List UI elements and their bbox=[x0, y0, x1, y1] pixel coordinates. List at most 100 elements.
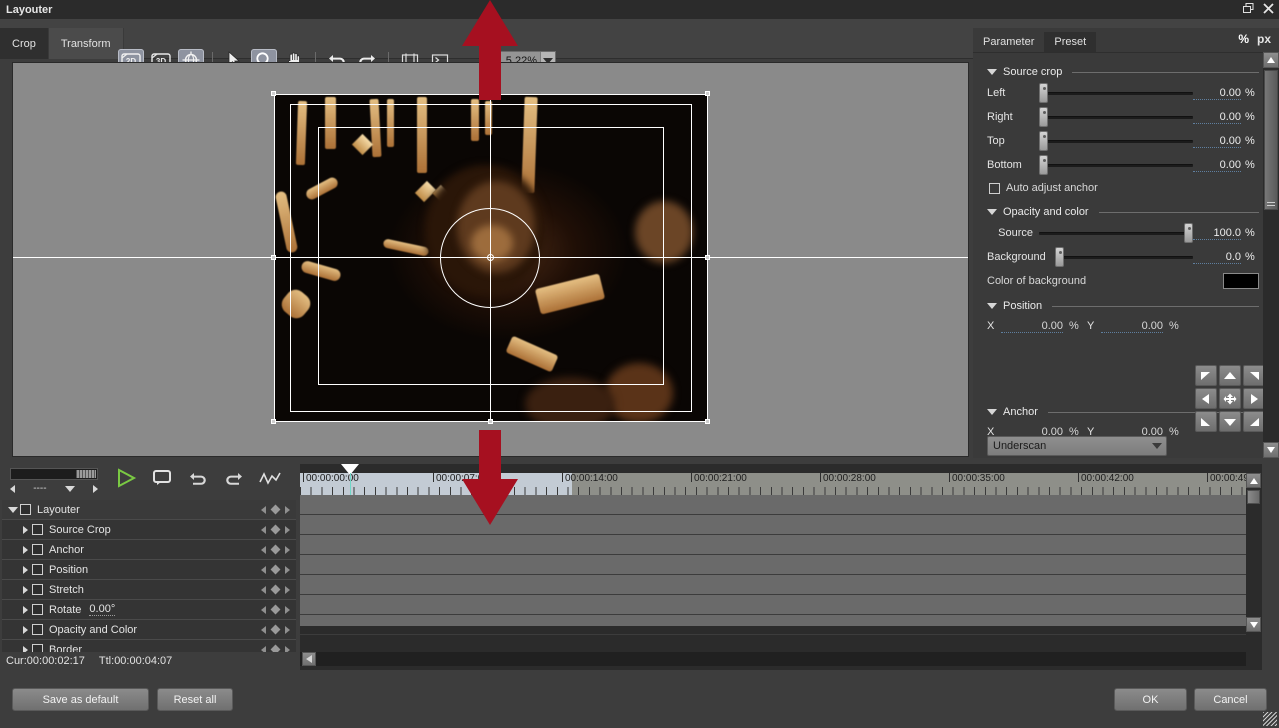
tree-row-anchor[interactable]: Anchor bbox=[2, 540, 296, 560]
undo-keyframe-icon[interactable] bbox=[186, 467, 210, 489]
position-y-value[interactable]: 0.00 bbox=[1101, 320, 1163, 333]
tree-checkbox[interactable] bbox=[32, 544, 43, 555]
expand-icon[interactable] bbox=[18, 585, 32, 594]
timeline-row[interactable] bbox=[300, 595, 1246, 615]
parameter-scrollbar[interactable] bbox=[1263, 52, 1279, 458]
next-keyframe-icon[interactable] bbox=[285, 625, 290, 634]
tab-preset[interactable]: Preset bbox=[1044, 32, 1097, 52]
play-icon[interactable] bbox=[114, 467, 138, 489]
resize-handle-bc[interactable] bbox=[488, 419, 493, 424]
tree-row-layouter[interactable]: Layouter bbox=[2, 500, 296, 520]
expand-icon[interactable] bbox=[18, 545, 32, 554]
value-background-opacity[interactable]: 0.0 bbox=[1193, 251, 1241, 264]
curve-editor-icon[interactable] bbox=[258, 467, 282, 489]
align-center-icon[interactable] bbox=[1219, 388, 1241, 409]
value-source-opacity[interactable]: 100.0 bbox=[1193, 227, 1241, 240]
tree-row-rotate[interactable]: Rotate 0.00° bbox=[2, 600, 296, 620]
layer-selector[interactable]: ---- bbox=[10, 482, 98, 495]
scrollbar-thumb[interactable] bbox=[1264, 70, 1278, 210]
resize-handle-mr[interactable] bbox=[705, 255, 710, 260]
chevron-down-icon[interactable] bbox=[987, 209, 997, 215]
add-keyframe-icon[interactable] bbox=[270, 524, 281, 535]
tree-checkbox[interactable] bbox=[32, 564, 43, 575]
prev-keyframe-icon[interactable] bbox=[261, 505, 266, 514]
value-bottom[interactable]: 0.00 bbox=[1193, 159, 1241, 172]
background-color-swatch[interactable] bbox=[1223, 273, 1259, 289]
zoom-range-bar[interactable] bbox=[10, 468, 98, 480]
resize-handle-tr[interactable] bbox=[705, 91, 710, 96]
scroll-up-icon[interactable] bbox=[1246, 473, 1261, 488]
timeline-row[interactable] bbox=[300, 535, 1246, 555]
resize-handle-bl[interactable] bbox=[271, 419, 276, 424]
timeline-horizontal-scrollbar[interactable] bbox=[300, 652, 1246, 666]
add-keyframe-icon[interactable] bbox=[270, 644, 281, 652]
tree-checkbox[interactable] bbox=[32, 524, 43, 535]
scroll-down-icon[interactable] bbox=[1246, 617, 1261, 632]
timeline-row[interactable] bbox=[300, 515, 1246, 535]
tab-parameter[interactable]: Parameter bbox=[973, 32, 1044, 52]
resize-grip[interactable] bbox=[1263, 712, 1277, 726]
scroll-up-icon[interactable] bbox=[1263, 52, 1279, 68]
tab-transform[interactable]: Transform bbox=[48, 28, 124, 59]
add-keyframe-icon[interactable] bbox=[270, 624, 281, 635]
timeline-vertical-scrollbar[interactable] bbox=[1246, 473, 1262, 648]
resize-handle-br[interactable] bbox=[705, 419, 710, 424]
add-keyframe-icon[interactable] bbox=[270, 604, 281, 615]
tree-row-position[interactable]: Position bbox=[2, 560, 296, 580]
value-left[interactable]: 0.00 bbox=[1193, 87, 1241, 100]
next-keyframe-icon[interactable] bbox=[285, 605, 290, 614]
next-keyframe-icon[interactable] bbox=[285, 565, 290, 574]
chevron-down-icon[interactable] bbox=[987, 409, 997, 415]
align-bottom-left-icon[interactable] bbox=[1195, 411, 1217, 432]
tree-value-rotate[interactable]: 0.00° bbox=[89, 603, 116, 616]
chevron-down-icon[interactable] bbox=[987, 303, 997, 309]
position-x-value[interactable]: 0.00 bbox=[1001, 320, 1063, 333]
restore-icon[interactable] bbox=[1241, 1, 1255, 15]
add-keyframe-icon[interactable] bbox=[270, 544, 281, 555]
prev-keyframe-icon[interactable] bbox=[261, 545, 266, 554]
slider-top[interactable] bbox=[1039, 131, 1193, 151]
tree-row-opacity-and-color[interactable]: Opacity and Color bbox=[2, 620, 296, 640]
redo-keyframe-icon[interactable] bbox=[222, 467, 246, 489]
next-keyframe-icon[interactable] bbox=[285, 545, 290, 554]
close-icon[interactable] bbox=[1261, 1, 1275, 15]
next-keyframe-icon[interactable] bbox=[285, 505, 290, 514]
slider-source-opacity[interactable] bbox=[1039, 223, 1193, 243]
preview-monitor-icon[interactable] bbox=[150, 467, 174, 489]
position-header[interactable]: Position bbox=[987, 297, 1259, 315]
slider-bottom[interactable] bbox=[1039, 155, 1193, 175]
save-as-default-button[interactable]: Save as default bbox=[12, 688, 149, 711]
prev-keyframe-icon[interactable] bbox=[261, 525, 266, 534]
preview-canvas[interactable] bbox=[12, 62, 969, 457]
source-crop-header[interactable]: Source crop bbox=[987, 63, 1259, 81]
slider-left[interactable] bbox=[1039, 83, 1193, 103]
next-keyframe-icon[interactable] bbox=[285, 525, 290, 534]
expand-icon[interactable] bbox=[18, 605, 32, 614]
panel-splitter[interactable] bbox=[13, 445, 968, 454]
opacity-color-header[interactable]: Opacity and color bbox=[987, 203, 1259, 221]
add-keyframe-icon[interactable] bbox=[270, 584, 281, 595]
tree-checkbox[interactable] bbox=[20, 504, 31, 515]
tree-row-border[interactable]: Border bbox=[2, 640, 296, 652]
add-keyframe-icon[interactable] bbox=[270, 564, 281, 575]
scroll-left-icon[interactable] bbox=[302, 652, 316, 666]
tree-checkbox[interactable] bbox=[32, 584, 43, 595]
align-bottom-right-icon[interactable] bbox=[1243, 411, 1265, 432]
resize-handle-tl[interactable] bbox=[271, 91, 276, 96]
chevron-down-icon[interactable] bbox=[1152, 443, 1162, 449]
tree-checkbox[interactable] bbox=[32, 624, 43, 635]
collapse-icon[interactable] bbox=[6, 506, 20, 513]
scroll-down-icon[interactable] bbox=[1263, 442, 1279, 458]
tree-row-stretch[interactable]: Stretch bbox=[2, 580, 296, 600]
slider-right[interactable] bbox=[1039, 107, 1193, 127]
next-layer-icon[interactable] bbox=[92, 484, 98, 493]
timeline-row[interactable] bbox=[300, 575, 1246, 595]
unit-pixel-button[interactable]: px bbox=[1257, 32, 1271, 46]
anchor-point-icon[interactable] bbox=[487, 254, 494, 261]
prev-layer-icon[interactable] bbox=[10, 484, 15, 493]
prev-keyframe-icon[interactable] bbox=[261, 565, 266, 574]
expand-icon[interactable] bbox=[18, 525, 32, 534]
chevron-down-icon[interactable] bbox=[987, 69, 997, 75]
align-bottom-center-icon[interactable] bbox=[1219, 411, 1241, 432]
timeline-tracks[interactable] bbox=[300, 495, 1246, 635]
